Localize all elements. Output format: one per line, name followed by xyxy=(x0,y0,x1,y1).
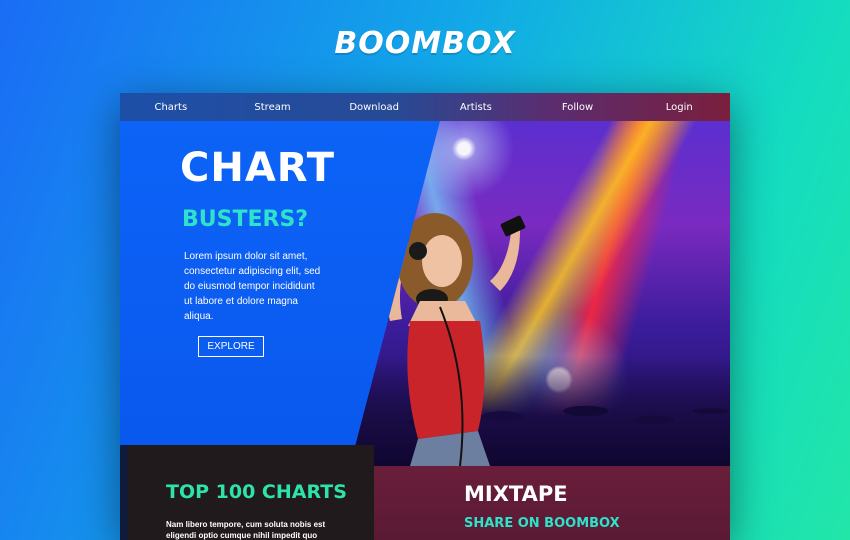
website-mockup: Charts Stream Download Artists Follow Lo… xyxy=(120,93,730,540)
nav-charts[interactable]: Charts xyxy=(120,102,222,113)
top-navigation: Charts Stream Download Artists Follow Lo… xyxy=(120,93,730,121)
explore-button[interactable]: EXPLORE xyxy=(198,336,264,357)
hero-title: CHART xyxy=(180,145,336,191)
nav-stream[interactable]: Stream xyxy=(222,102,324,113)
nav-artists[interactable]: Artists xyxy=(425,102,527,113)
left-strip xyxy=(120,445,128,540)
nav-follow[interactable]: Follow xyxy=(527,102,629,113)
top-charts-title: TOP 100 CHARTS xyxy=(166,481,347,503)
nav-login[interactable]: Login xyxy=(628,102,730,113)
mixtape-title: MIXTAPE xyxy=(464,482,568,506)
nav-download[interactable]: Download xyxy=(323,102,425,113)
hero-description: Lorem ipsum dolor sit amet, consectetur … xyxy=(184,251,321,322)
mixtape-share-link[interactable]: SHARE ON BOOMBOX xyxy=(464,516,620,531)
top-charts-description: Nam libero tempore, cum soluta nobis est… xyxy=(166,520,326,540)
top-charts-panel: TOP 100 CHARTS Nam libero tempore, cum s… xyxy=(128,445,374,540)
mixtape-panel: MIXTAPE SHARE ON BOOMBOX xyxy=(374,466,730,540)
hero-subtitle: BUSTERS? xyxy=(182,207,309,232)
brand-logo: BOOMBOX xyxy=(334,26,516,61)
